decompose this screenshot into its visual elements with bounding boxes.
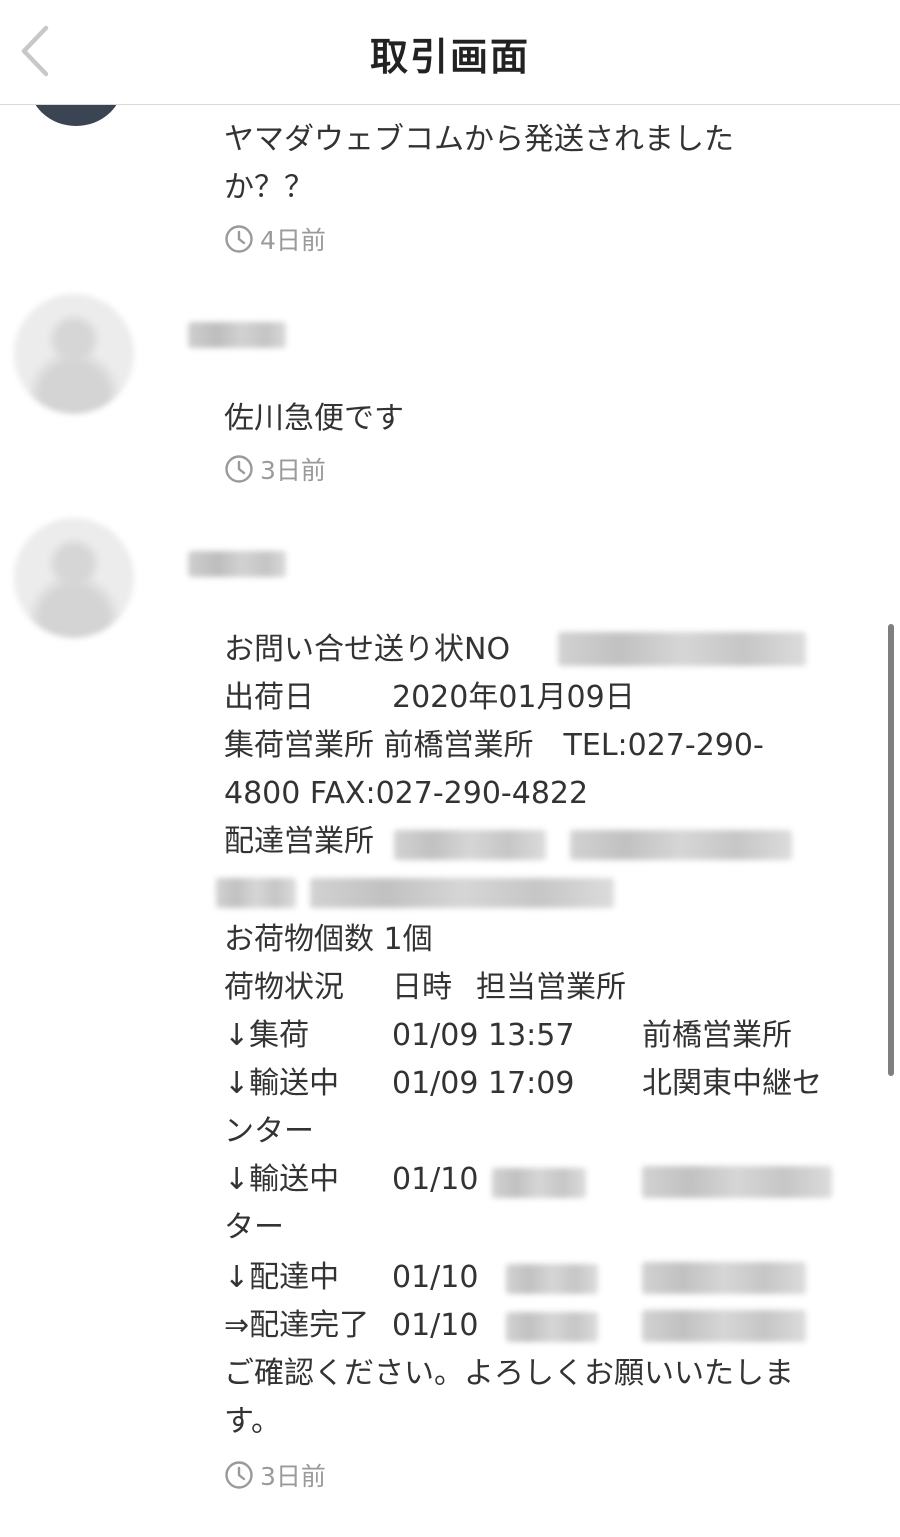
redacted-time [506, 1312, 598, 1342]
ship-date-label: 出荷日 [224, 680, 314, 715]
chat-content: ヤマダウェブコムから発送されました か？？ 4日前 佐川急便です 3日前 お問い… [0, 0, 900, 1537]
user-name-redacted [188, 551, 286, 577]
clock-icon [225, 225, 253, 253]
closing-line: す。 [224, 1404, 281, 1439]
redacted-office [642, 1262, 806, 1294]
timestamp-text: 3日前 [260, 456, 326, 485]
message-text-line: か？？ [224, 170, 314, 205]
status-row-datetime: 01/09 13:57 [392, 1018, 575, 1053]
status-header-datetime: 日時 [392, 970, 452, 1005]
origin-office-line: 集荷営業所 前橋営業所 TEL:027-290- [224, 728, 764, 763]
ship-date-value: 2020年01月09日 [392, 680, 635, 715]
redacted-time [492, 1168, 586, 1198]
message-timestamp: 3日前 [224, 452, 326, 486]
redacted-tracking-number [558, 632, 806, 666]
message-text-line: 佐川急便です [224, 401, 404, 436]
status-row-status: ⇒配達完了 [224, 1308, 370, 1343]
avatar[interactable] [14, 518, 134, 638]
message-timestamp: 3日前 [224, 1458, 326, 1492]
redacted-office [642, 1166, 832, 1198]
redacted-delivery-office [394, 830, 546, 860]
redacted-delivery-tel [216, 878, 296, 908]
status-row-wrap: ター [224, 1210, 284, 1245]
status-row-status: ↓輸送中 [224, 1162, 340, 1197]
timestamp-text: 3日前 [260, 1462, 326, 1491]
timestamp-text: 4日前 [260, 226, 326, 255]
top-bar: 取引画面 [0, 0, 900, 105]
avatar[interactable] [14, 294, 134, 414]
status-header-office: 担当営業所 [476, 970, 626, 1005]
package-count: お荷物個数 1個 [224, 922, 433, 957]
message-text-line: ヤマダウェブコムから発送されました [224, 122, 734, 157]
redacted-delivery-fax [310, 878, 614, 908]
status-row-office: 北関東中継セ [642, 1066, 822, 1101]
status-row-status: ↓輸送中 [224, 1066, 340, 1101]
status-row-datetime: 01/10 [392, 1260, 479, 1295]
status-row-status: ↓集荷 [224, 1018, 310, 1053]
inquiry-label: お問い合せ送り状NO [224, 632, 511, 667]
status-row-datetime: 01/10 [392, 1162, 479, 1197]
user-name-redacted [188, 322, 286, 348]
status-row-datetime: 01/10 [392, 1308, 479, 1343]
scrollbar[interactable] [888, 624, 894, 1076]
status-row-datetime: 01/09 17:09 [392, 1066, 575, 1101]
clock-icon [225, 1461, 253, 1489]
page-title: 取引画面 [369, 35, 530, 79]
redacted-delivery-tel [570, 830, 792, 860]
redacted-time [506, 1264, 598, 1294]
origin-office-line: 4800 FAX:027-290-4822 [224, 776, 589, 811]
status-header-label: 荷物状況 [224, 970, 344, 1005]
message-timestamp: 4日前 [224, 222, 326, 256]
clock-icon [225, 455, 253, 483]
status-row-wrap: ンター [224, 1114, 314, 1149]
delivery-office-label: 配達営業所 [224, 824, 374, 859]
status-row-status: ↓配達中 [224, 1260, 340, 1295]
status-row-office: 前橋営業所 [642, 1018, 792, 1053]
closing-line: ご確認ください。よろしくお願いいたしま [224, 1356, 794, 1391]
redacted-office [642, 1310, 806, 1342]
